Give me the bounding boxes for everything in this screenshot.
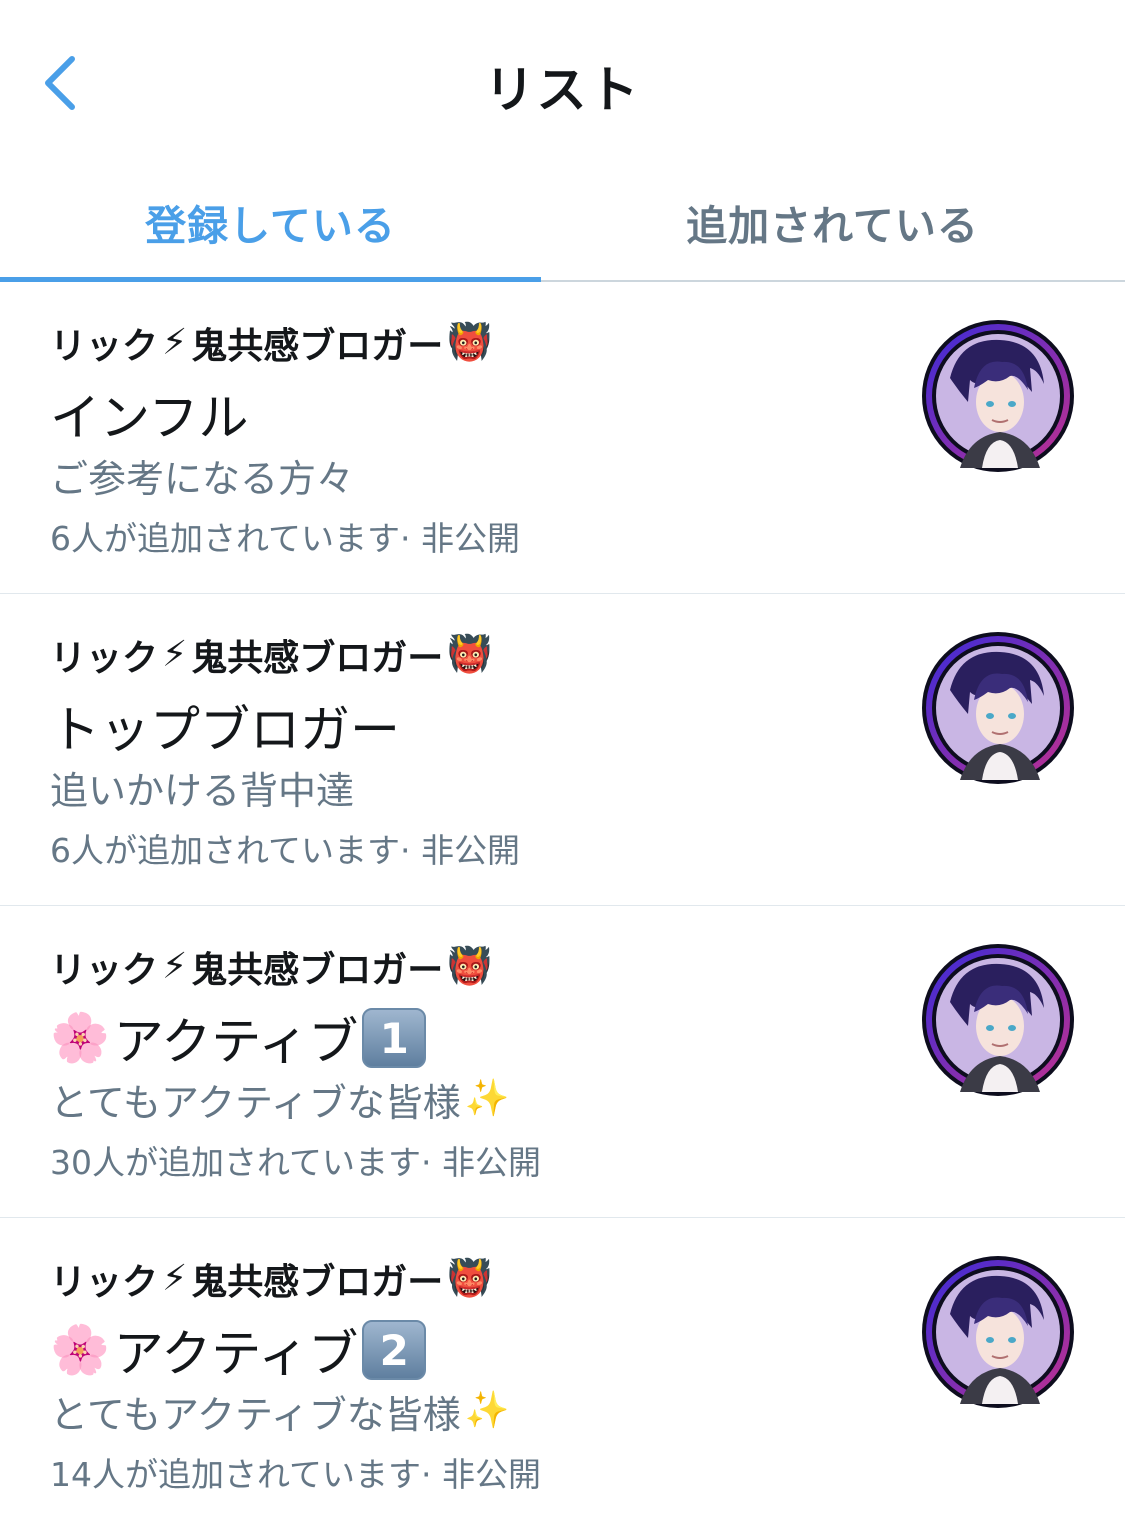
ogre-icon: 👹 bbox=[447, 322, 493, 363]
tab-added-to[interactable]: 追加されている bbox=[560, 170, 1105, 280]
list-owner: リック ⚡ 鬼共感ブロガー 👹 bbox=[50, 1254, 496, 1304]
list-name: アクティブ bbox=[113, 1325, 359, 1383]
owner-name: リック bbox=[50, 1262, 159, 1303]
avatar[interactable] bbox=[920, 318, 1076, 474]
page-title: リスト bbox=[484, 61, 641, 119]
list-name: トップブロガー bbox=[50, 701, 400, 759]
list-item[interactable]: リック ⚡ 鬼共感ブロガー 👹 インフル ご参考になる方々 6人が追加されていま… bbox=[0, 282, 1125, 594]
lightning-icon: ⚡ bbox=[162, 322, 188, 363]
ogre-icon: 👹 bbox=[447, 634, 493, 675]
list-owner: リック ⚡ 鬼共感ブロガー 👹 bbox=[50, 942, 496, 992]
owner-name: リック bbox=[50, 326, 159, 367]
cherry-blossom-icon: 🌸 bbox=[50, 1322, 110, 1378]
list-member-count: 30人が追加されています· 非公開 bbox=[50, 1143, 541, 1182]
lightning-icon: ⚡ bbox=[162, 1258, 188, 1299]
list-name: アクティブ bbox=[113, 1013, 359, 1071]
list-description: ご参考になる方々 bbox=[50, 456, 355, 501]
nav-header: リスト bbox=[0, 0, 1125, 160]
ogre-icon: 👹 bbox=[447, 1258, 493, 1299]
owner-name: リック bbox=[50, 638, 159, 679]
list-member-count: 6人が追加されています· 非公開 bbox=[50, 831, 520, 870]
cherry-blossom-icon: 🌸 bbox=[50, 1010, 110, 1066]
list-name: インフル bbox=[50, 389, 249, 447]
sparkles-icon: ✨ bbox=[464, 1390, 510, 1431]
sparkles-icon: ✨ bbox=[464, 1078, 510, 1119]
list-description-row: とてもアクティブな皆様 ✨ bbox=[50, 1074, 514, 1125]
avatar[interactable] bbox=[920, 630, 1076, 786]
tab-bar: 登録している 追加されている bbox=[0, 170, 1125, 282]
list-owner: リック ⚡ 鬼共感ブロガー 👹 bbox=[50, 630, 496, 680]
ogre-icon: 👹 bbox=[447, 946, 493, 987]
list-item[interactable]: リック ⚡ 鬼共感ブロガー 👹 トップブロガー 追いかける背中達 6人が追加され… bbox=[0, 594, 1125, 906]
list-description: とてもアクティブな皆様 bbox=[50, 1080, 461, 1125]
keycap-1-icon: 1 bbox=[362, 1008, 427, 1068]
list-description: 追いかける背中達 bbox=[50, 768, 355, 813]
owner-suffix: 鬼共感ブロガー bbox=[191, 1262, 444, 1303]
list-item[interactable]: リック ⚡ 鬼共感ブロガー 👹 🌸 アクティブ 2 とてもアクティブな皆様 ✨ … bbox=[0, 1218, 1125, 1530]
list-owner: リック ⚡ 鬼共感ブロガー 👹 bbox=[50, 318, 496, 368]
tab-subscribed[interactable]: 登録している bbox=[0, 170, 541, 280]
list-name-row: 🌸 アクティブ 1 bbox=[50, 1006, 427, 1071]
lightning-icon: ⚡ bbox=[162, 946, 188, 987]
avatar[interactable] bbox=[920, 942, 1076, 1098]
list-description: とてもアクティブな皆様 bbox=[50, 1392, 461, 1437]
lists-container: リック ⚡ 鬼共感ブロガー 👹 インフル ご参考になる方々 6人が追加されていま… bbox=[0, 282, 1125, 1530]
owner-name: リック bbox=[50, 950, 159, 991]
list-description-row: とてもアクティブな皆様 ✨ bbox=[50, 1386, 514, 1437]
avatar[interactable] bbox=[920, 1254, 1076, 1410]
lightning-icon: ⚡ bbox=[162, 634, 188, 675]
list-member-count: 6人が追加されています· 非公開 bbox=[50, 519, 520, 558]
owner-suffix: 鬼共感ブロガー bbox=[191, 950, 444, 991]
list-member-count: 14人が追加されています· 非公開 bbox=[50, 1455, 541, 1494]
list-name-row: 🌸 アクティブ 2 bbox=[50, 1318, 427, 1383]
list-item[interactable]: リック ⚡ 鬼共感ブロガー 👹 🌸 アクティブ 1 とてもアクティブな皆様 ✨ … bbox=[0, 906, 1125, 1218]
owner-suffix: 鬼共感ブロガー bbox=[191, 326, 444, 367]
owner-suffix: 鬼共感ブロガー bbox=[191, 638, 444, 679]
keycap-2-icon: 2 bbox=[362, 1320, 427, 1380]
